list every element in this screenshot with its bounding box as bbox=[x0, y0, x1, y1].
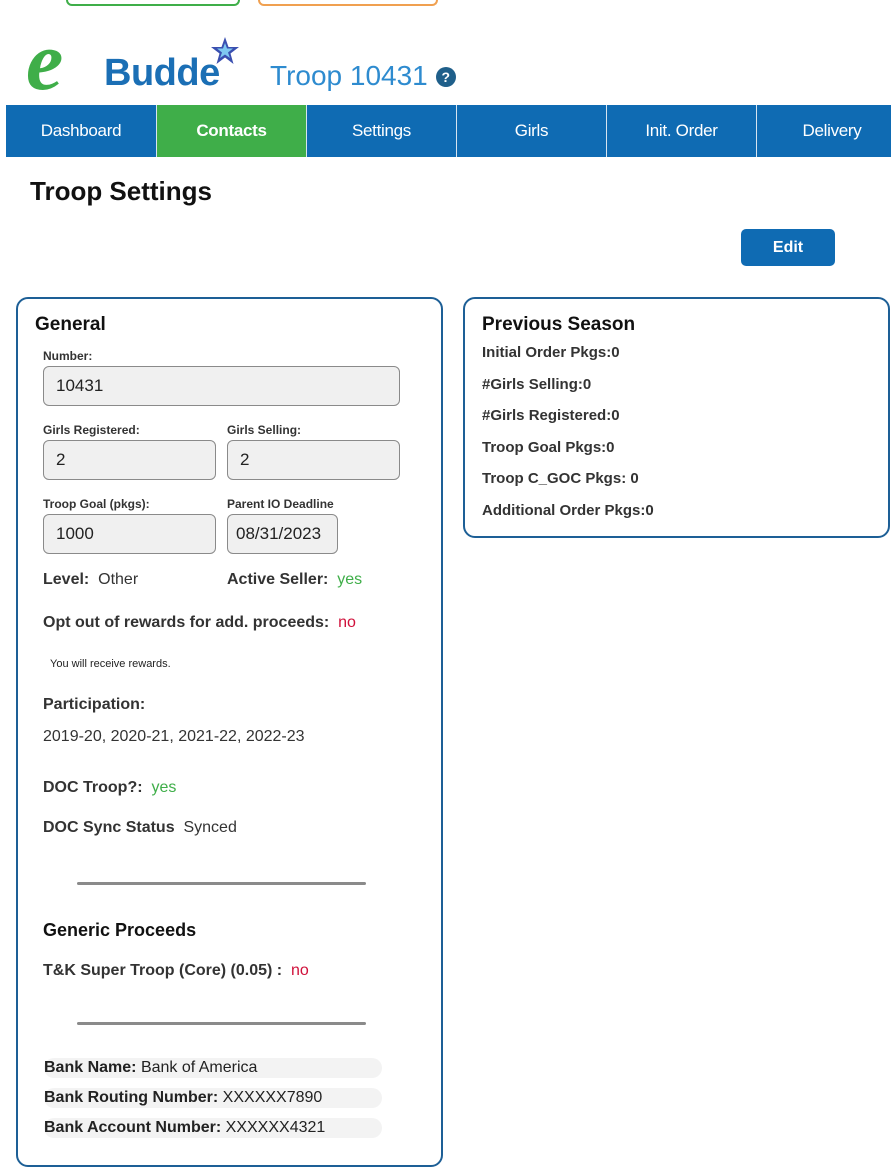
nav-settings[interactable]: Settings bbox=[307, 105, 457, 157]
bank-routing-row: Bank Routing Number: XXXXXX7890 bbox=[44, 1088, 382, 1108]
girls-registered-label: Girls Registered: bbox=[43, 423, 140, 437]
troop-goal-field[interactable]: 1000 bbox=[43, 514, 216, 554]
parent-io-field[interactable]: 08/31/2023 bbox=[227, 514, 338, 554]
level-label: Level: bbox=[43, 571, 90, 588]
edit-button[interactable]: Edit bbox=[741, 229, 835, 266]
doc-troop-label: DOC Troop?: bbox=[43, 779, 143, 796]
help-circle-icon[interactable]: ? bbox=[435, 67, 456, 87]
nav-delivery[interactable]: Delivery bbox=[757, 105, 891, 157]
level-row: Level: Other bbox=[43, 571, 138, 589]
doc-troop-row: DOC Troop?: yes bbox=[43, 779, 176, 797]
prev-initial-order: Initial Order Pkgs:0 bbox=[482, 344, 620, 361]
bank-name-label: Bank Name: bbox=[44, 1059, 137, 1076]
logo-letter: e bbox=[26, 15, 64, 108]
participation-label-text: Participation: bbox=[43, 696, 146, 713]
bank-account-row: Bank Account Number: XXXXXX4321 bbox=[44, 1118, 382, 1138]
top-decor-green bbox=[66, 0, 240, 6]
prev-girls-registered: #Girls Registered:0 bbox=[482, 407, 620, 424]
doc-sync-label: DOC Sync Status bbox=[43, 819, 175, 836]
girls-selling-field[interactable]: 2 bbox=[227, 440, 400, 480]
general-title: General bbox=[35, 314, 106, 335]
general-card: General Number: 10431 Girls Registered: … bbox=[16, 297, 443, 1167]
prev-girls-selling: #Girls Selling:0 bbox=[482, 376, 592, 393]
doc-troop-value: yes bbox=[151, 779, 177, 796]
level-value: Other bbox=[98, 571, 139, 588]
nav-girls[interactable]: Girls bbox=[457, 105, 607, 157]
prev-troop-goal: Troop Goal Pkgs:0 bbox=[482, 439, 615, 456]
generic-proceeds-title: Generic Proceeds bbox=[43, 920, 197, 940]
page-title: Troop Settings bbox=[30, 176, 212, 206]
top-decor-orange bbox=[258, 0, 438, 6]
super-troop-value: no bbox=[291, 962, 309, 979]
girls-selling-label: Girls Selling: bbox=[227, 423, 302, 437]
super-troop-row: T&K Super Troop (Core) (0.05) : no bbox=[43, 962, 309, 980]
bank-name-row: Bank Name: Bank of America bbox=[44, 1058, 382, 1078]
troop-goal-label: Troop Goal (pkgs): bbox=[43, 497, 150, 511]
girls-registered-field[interactable]: 2 bbox=[43, 440, 216, 480]
nav-dashboard[interactable]: Dashboard bbox=[6, 105, 157, 157]
previous-season-title: Previous Season bbox=[482, 314, 636, 335]
opt-out-row: Opt out of rewards for add. proceeds: no bbox=[43, 614, 356, 632]
bank-routing-label: Bank Routing Number: bbox=[44, 1089, 219, 1106]
nav-contacts[interactable]: Contacts bbox=[157, 105, 307, 157]
nav-init-order[interactable]: Init. Order bbox=[607, 105, 757, 157]
troop-title-text: Troop 10431 bbox=[270, 60, 428, 91]
ebudde-logo[interactable]: e Budde bbox=[26, 15, 246, 108]
active-seller-label: Active Seller: bbox=[227, 571, 329, 588]
main-nav: Dashboard Contacts Settings Girls Init. … bbox=[6, 105, 891, 157]
active-seller-row: Active Seller: yes bbox=[227, 571, 362, 589]
participation-label: Participation: bbox=[43, 696, 145, 714]
bank-routing-value: XXXXXX7890 bbox=[222, 1089, 323, 1106]
participation-value: 2019-20, 2020-21, 2021-22, 2022-23 bbox=[43, 728, 305, 745]
number-label: Number: bbox=[43, 349, 93, 363]
bank-name-value: Bank of America bbox=[140, 1059, 258, 1076]
doc-sync-row: DOC Sync Status Synced bbox=[43, 819, 237, 837]
prev-additional-order: Additional Order Pkgs:0 bbox=[482, 502, 654, 519]
doc-sync-value: Synced bbox=[183, 819, 237, 836]
logo-word: Budde bbox=[104, 52, 220, 94]
divider bbox=[77, 1022, 366, 1025]
active-seller-value: yes bbox=[337, 571, 363, 588]
troop-title: Troop 10431? bbox=[270, 60, 456, 92]
previous-season-card: Previous Season Initial Order Pkgs:0 #Gi… bbox=[463, 297, 890, 538]
super-troop-label: T&K Super Troop (Core) (0.05) : bbox=[43, 962, 283, 979]
bank-account-value: XXXXXX4321 bbox=[225, 1119, 326, 1136]
rewards-note: You will receive rewards. bbox=[50, 658, 171, 670]
opt-out-value: no bbox=[338, 614, 356, 631]
opt-out-label: Opt out of rewards for add. proceeds: bbox=[43, 614, 330, 631]
parent-io-label: Parent IO Deadline bbox=[227, 497, 334, 511]
number-field[interactable]: 10431 bbox=[43, 366, 400, 406]
bank-account-label: Bank Account Number: bbox=[44, 1119, 222, 1136]
prev-troop-cgoc: Troop C_GOC Pkgs: 0 bbox=[482, 470, 639, 487]
divider bbox=[77, 882, 366, 885]
star-icon bbox=[211, 37, 239, 64]
